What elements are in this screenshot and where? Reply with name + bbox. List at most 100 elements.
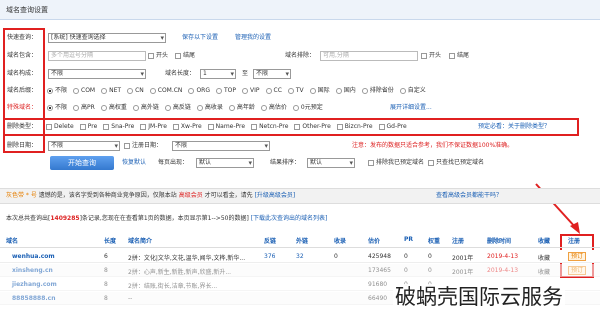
save-settings-link[interactable]: 保存以下设置	[182, 33, 218, 43]
notice-text: 注意：发布的数据只适合参考，我们不保证数据100%准确。	[352, 142, 514, 149]
delete-date-select[interactable]: 不限	[48, 141, 120, 151]
option-radio[interactable]	[101, 87, 108, 94]
option-radio[interactable]	[47, 87, 53, 94]
option-radio[interactable]	[287, 87, 294, 94]
suffix-row-item[interactable]: CN	[127, 87, 144, 94]
suffix-row-item[interactable]: 国际	[309, 87, 330, 94]
special-row-text: 高外链	[140, 104, 159, 111]
download-list-link[interactable]: [下载此次查询出的域名列表]	[251, 215, 328, 222]
table-header-cell: PR	[404, 236, 414, 243]
table-header-cell: 收藏	[538, 238, 551, 245]
delete-date-checkbox[interactable]	[124, 142, 130, 149]
option-radio[interactable]	[47, 104, 53, 111]
option-radio[interactable]	[399, 87, 406, 94]
sort-select[interactable]: 默认	[307, 158, 355, 168]
suffix-row-item[interactable]: 排除省份	[361, 87, 394, 94]
special-row-item[interactable]: 高PR	[73, 104, 95, 111]
option-radio[interactable]	[309, 87, 316, 94]
option-radio[interactable]	[188, 87, 195, 94]
option-radio[interactable]	[260, 104, 267, 111]
option-radio[interactable]	[228, 104, 235, 111]
option-radio[interactable]	[335, 87, 342, 94]
special-row-item[interactable]: 高外链	[132, 104, 159, 111]
search-button[interactable]: 开始查询	[50, 156, 114, 170]
option-radio[interactable]	[73, 87, 80, 94]
include-input[interactable]: 多个用逗号分隔	[48, 51, 146, 61]
cell-fav[interactable]: 收藏	[538, 253, 550, 262]
option-radio[interactable]	[100, 104, 107, 111]
option-radio[interactable]	[361, 87, 368, 94]
special-row-item[interactable]: 不限	[47, 104, 67, 111]
quick-select[interactable]: [系统] 快速查询选择	[48, 33, 166, 43]
option-radio[interactable]	[242, 87, 248, 94]
include-start[interactable]: 开头	[148, 51, 168, 61]
include-end[interactable]: 结尾	[175, 51, 195, 61]
exclude-start[interactable]: 开头	[421, 51, 441, 61]
only-booked[interactable]: 只查找已预定域名	[428, 158, 484, 168]
suffix-row-item[interactable]: TV	[287, 87, 304, 94]
option-radio[interactable]	[73, 104, 80, 111]
cell-domain[interactable]: jiezhang.com	[12, 281, 57, 288]
cell-domain[interactable]: wenhua.com	[12, 253, 55, 260]
special-row-text: 高估价	[268, 104, 287, 111]
exclude-booked[interactable]: 排除我已预定域名	[368, 158, 424, 168]
option-radio[interactable]	[196, 104, 203, 111]
suffix-row-item[interactable]: 自定义	[399, 87, 426, 94]
exclude-end[interactable]: 结尾	[449, 51, 469, 61]
suffix-row-item[interactable]: COM	[73, 87, 95, 94]
suffix-row-item[interactable]: VIP	[242, 87, 260, 94]
expand-more-link[interactable]: 展开详细设置...	[390, 103, 432, 113]
suffix-row-item[interactable]: CC	[265, 87, 282, 94]
cell-len: 8	[104, 295, 108, 302]
special-row-text: 高权重	[108, 104, 127, 111]
restore-default-link[interactable]: 恢复默认	[122, 158, 146, 168]
cell-price: 66490	[368, 295, 388, 302]
exclude-start-checkbox[interactable]	[421, 52, 427, 59]
option-radio[interactable]	[132, 104, 139, 111]
table-header-cell: 注册	[452, 238, 465, 245]
length-to-select[interactable]: 不限	[253, 69, 291, 79]
cell-domain[interactable]: 88858888.cn	[12, 295, 56, 302]
suffix-row-item[interactable]: 不限	[47, 87, 67, 94]
cell-fav[interactable]: 收藏	[538, 267, 550, 276]
special-row-item[interactable]: 高权重	[100, 104, 127, 111]
table-header-cell: 域名简介	[128, 238, 153, 245]
suffix-row-item[interactable]: NET	[101, 87, 121, 94]
option-radio[interactable]	[127, 87, 134, 94]
option-radio[interactable]	[164, 104, 171, 111]
special-row-item[interactable]: 高反链	[164, 104, 191, 111]
special-row-item[interactable]: 高估价	[260, 104, 287, 111]
delete-date-check[interactable]	[124, 141, 132, 151]
reg-date-select[interactable]: 不限	[172, 141, 270, 151]
cell-domain[interactable]: xinsheng.cn	[12, 267, 53, 274]
cell-len: 6	[104, 253, 108, 260]
suffix-row-item[interactable]: 国内	[335, 87, 356, 94]
length-from-select[interactable]: 1	[200, 69, 236, 79]
book-button[interactable]: 预订	[568, 252, 587, 261]
exclude-booked-checkbox[interactable]	[368, 159, 374, 166]
book-button[interactable]: 预订	[568, 266, 587, 275]
suffix-row-item[interactable]: COM.CN	[149, 87, 182, 94]
suffix-row-item[interactable]: ORG	[188, 87, 210, 94]
banner-right-link[interactable]: 查看高级会员都能干吗？	[436, 189, 502, 203]
struct-select[interactable]: 不限	[48, 69, 146, 79]
manage-settings-link[interactable]: 管理我的设置	[235, 33, 271, 43]
special-row-item[interactable]: 高收录	[196, 104, 223, 111]
suffix-row-item[interactable]: TOP	[215, 87, 236, 94]
option-radio[interactable]	[265, 87, 272, 94]
special-row-item[interactable]: 高年龄	[228, 104, 255, 111]
option-radio[interactable]	[149, 87, 156, 94]
length-to-label: 至	[242, 70, 249, 77]
include-end-checkbox[interactable]	[175, 52, 181, 59]
special-row-item[interactable]: 0元预定	[292, 104, 323, 111]
exclude-input[interactable]: 可用,分隔	[320, 51, 418, 61]
upgrade-link[interactable]: [升级高级会员]	[255, 192, 296, 199]
cell-reg: 2001年	[452, 269, 474, 276]
only-booked-checkbox[interactable]	[428, 159, 434, 166]
option-radio[interactable]	[292, 104, 299, 111]
include-start-checkbox[interactable]	[148, 52, 154, 59]
special-options: 不限 高PR 高权重 高外链 高反链 高收录 高年龄 高估价 0元预定	[47, 103, 329, 113]
option-radio[interactable]	[215, 87, 222, 94]
per-page-select[interactable]: 默认	[196, 158, 254, 168]
exclude-end-checkbox[interactable]	[449, 52, 455, 59]
